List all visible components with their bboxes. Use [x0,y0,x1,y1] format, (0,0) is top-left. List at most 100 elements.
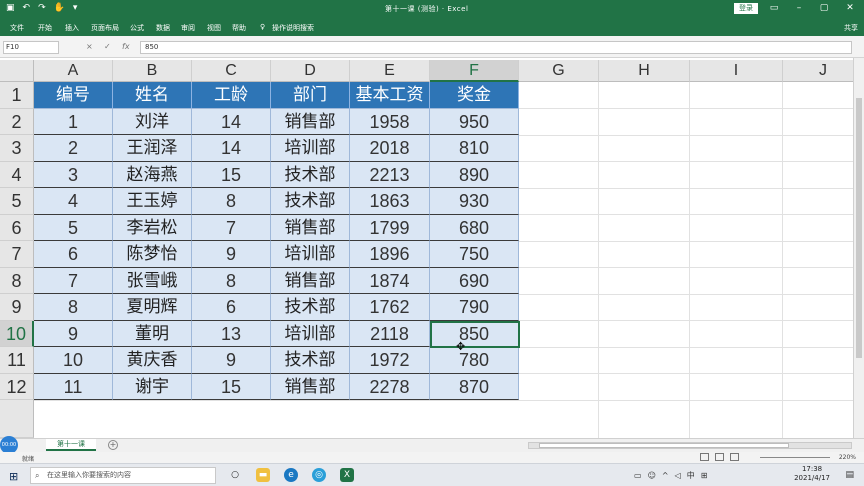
undo-icon[interactable]: ↶ [23,3,31,14]
zoom-slider[interactable] [760,457,830,458]
edge-icon[interactable]: e [284,468,298,482]
save-icon[interactable]: ▣ [6,3,15,14]
column-header-i[interactable]: I [690,60,783,82]
tab-home[interactable]: 开始 [38,23,52,33]
column-header-d[interactable]: D [271,60,350,82]
table-header-salary[interactable]: 基本工资 [350,82,430,109]
row-header-13[interactable] [0,400,34,438]
row-header-4[interactable]: 4 [0,161,34,188]
row-header-1[interactable]: 1 [0,82,34,109]
column-header-e[interactable]: E [350,60,430,82]
row-header-5[interactable]: 5 [0,188,34,215]
normal-view-icon[interactable] [700,453,709,461]
table-cell-bonus[interactable]: 790 [430,294,519,321]
login-button[interactable]: 登录 [734,3,758,14]
people-icon[interactable]: ☺ [648,471,656,480]
tab-tell-me[interactable]: 操作说明搜索 [272,23,314,33]
table-cell-name[interactable]: 赵海燕 [113,161,192,188]
table-cell-dept[interactable]: 技术部 [271,188,350,215]
table-cell-bonus[interactable]: 870 [430,373,519,400]
table-cell-tenure[interactable]: 9 [192,347,271,374]
zoom-level[interactable]: 220% [839,454,856,461]
row-header-12[interactable]: 12 [0,373,34,400]
table-header-dept[interactable]: 部门 [271,82,350,109]
table-cell-name[interactable]: 陈梦怡 [113,241,192,268]
table-header-id[interactable]: 编号 [34,82,113,109]
vertical-scroll-thumb[interactable] [856,98,862,358]
file-explorer-icon[interactable]: ▬ [256,468,270,482]
row-header-8[interactable]: 8 [0,267,34,294]
table-cell-tenure[interactable]: 9 [192,241,271,268]
table-header-name[interactable]: 姓名 [113,82,192,109]
share-button[interactable]: 共享 [844,23,858,33]
select-all-corner[interactable] [0,60,34,82]
table-cell-dept[interactable]: 培训部 [271,320,350,347]
column-header-b[interactable]: B [113,60,192,82]
tab-data[interactable]: 数据 [156,23,170,33]
page-break-view-icon[interactable] [730,453,739,461]
table-cell-salary[interactable]: 1972 [350,347,430,374]
input-lang[interactable]: 中 [687,470,695,481]
table-cell-tenure[interactable]: 15 [192,161,271,188]
vertical-scrollbar[interactable] [853,58,864,438]
row-header-6[interactable]: 6 [0,214,34,241]
customize-icon[interactable]: ▾ [73,3,78,14]
sheet-tab[interactable]: 第十一课 [46,439,96,451]
page-layout-view-icon[interactable] [715,453,724,461]
table-cell-id[interactable]: 11 [34,373,113,400]
table-cell-dept[interactable]: 培训部 [271,241,350,268]
table-cell-name[interactable]: 李岩松 [113,214,192,241]
excel-icon[interactable]: X [340,468,354,482]
table-cell-dept[interactable]: 技术部 [271,347,350,374]
task-view-icon[interactable]: ○ [228,468,242,482]
table-cell-dept[interactable]: 销售部 [271,267,350,294]
column-header-f[interactable]: F [430,60,519,82]
table-cell-salary[interactable]: 1958 [350,108,430,135]
horizontal-scrollbar[interactable] [528,442,852,449]
table-cell-dept[interactable]: 技术部 [271,161,350,188]
row-header-10[interactable]: 10 [0,320,34,347]
formula-input[interactable]: 850 [140,41,852,54]
active-cell-f10[interactable] [430,320,520,348]
table-cell-id[interactable]: 3 [34,161,113,188]
tab-formulas[interactable]: 公式 [130,23,144,33]
table-cell-salary[interactable]: 1896 [350,241,430,268]
tab-insert[interactable]: 插入 [65,23,79,33]
fx-icon[interactable]: fx [122,42,130,51]
table-cell-id[interactable]: 7 [34,267,113,294]
table-cell-id[interactable]: 10 [34,347,113,374]
table-cell-tenure[interactable]: 14 [192,108,271,135]
table-cell-bonus[interactable]: 890 [430,161,519,188]
table-cell-dept[interactable]: 销售部 [271,214,350,241]
table-header-bonus[interactable]: 奖金 [430,82,519,109]
table-cell-dept[interactable]: 培训部 [271,135,350,162]
table-cell-name[interactable]: 黄庆香 [113,347,192,374]
table-cell-name[interactable]: 刘洋 [113,108,192,135]
table-cell-bonus[interactable]: 680 [430,214,519,241]
table-cell-salary[interactable]: 2278 [350,373,430,400]
table-cell-tenure[interactable]: 8 [192,267,271,294]
minimize-icon[interactable]: – [793,2,805,14]
table-cell-id[interactable]: 1 [34,108,113,135]
table-cell-name[interactable]: 谢宇 [113,373,192,400]
column-header-h[interactable]: H [599,60,690,82]
name-box[interactable]: F10 [3,41,59,54]
table-cell-salary[interactable]: 1799 [350,214,430,241]
table-header-tenure[interactable]: 工龄 [192,82,271,109]
column-header-j[interactable]: J [783,60,864,82]
ribbon-display-icon[interactable]: ▭ [768,2,780,14]
add-sheet-icon[interactable]: + [108,440,118,450]
table-cell-salary[interactable]: 1863 [350,188,430,215]
ime-icon[interactable]: ⊞ [701,471,708,480]
column-header-c[interactable]: C [192,60,271,82]
table-cell-bonus[interactable]: 930 [430,188,519,215]
network-app-icon[interactable]: ◎ [312,468,326,482]
close-icon[interactable]: ✕ [844,2,856,14]
table-cell-bonus[interactable]: 780 [430,347,519,374]
table-cell-id[interactable]: 5 [34,214,113,241]
table-cell-tenure[interactable]: 7 [192,214,271,241]
table-cell-bonus[interactable]: 690 [430,267,519,294]
table-cell-name[interactable]: 张雪峨 [113,267,192,294]
table-cell-tenure[interactable]: 14 [192,135,271,162]
table-cell-id[interactable]: 6 [34,241,113,268]
